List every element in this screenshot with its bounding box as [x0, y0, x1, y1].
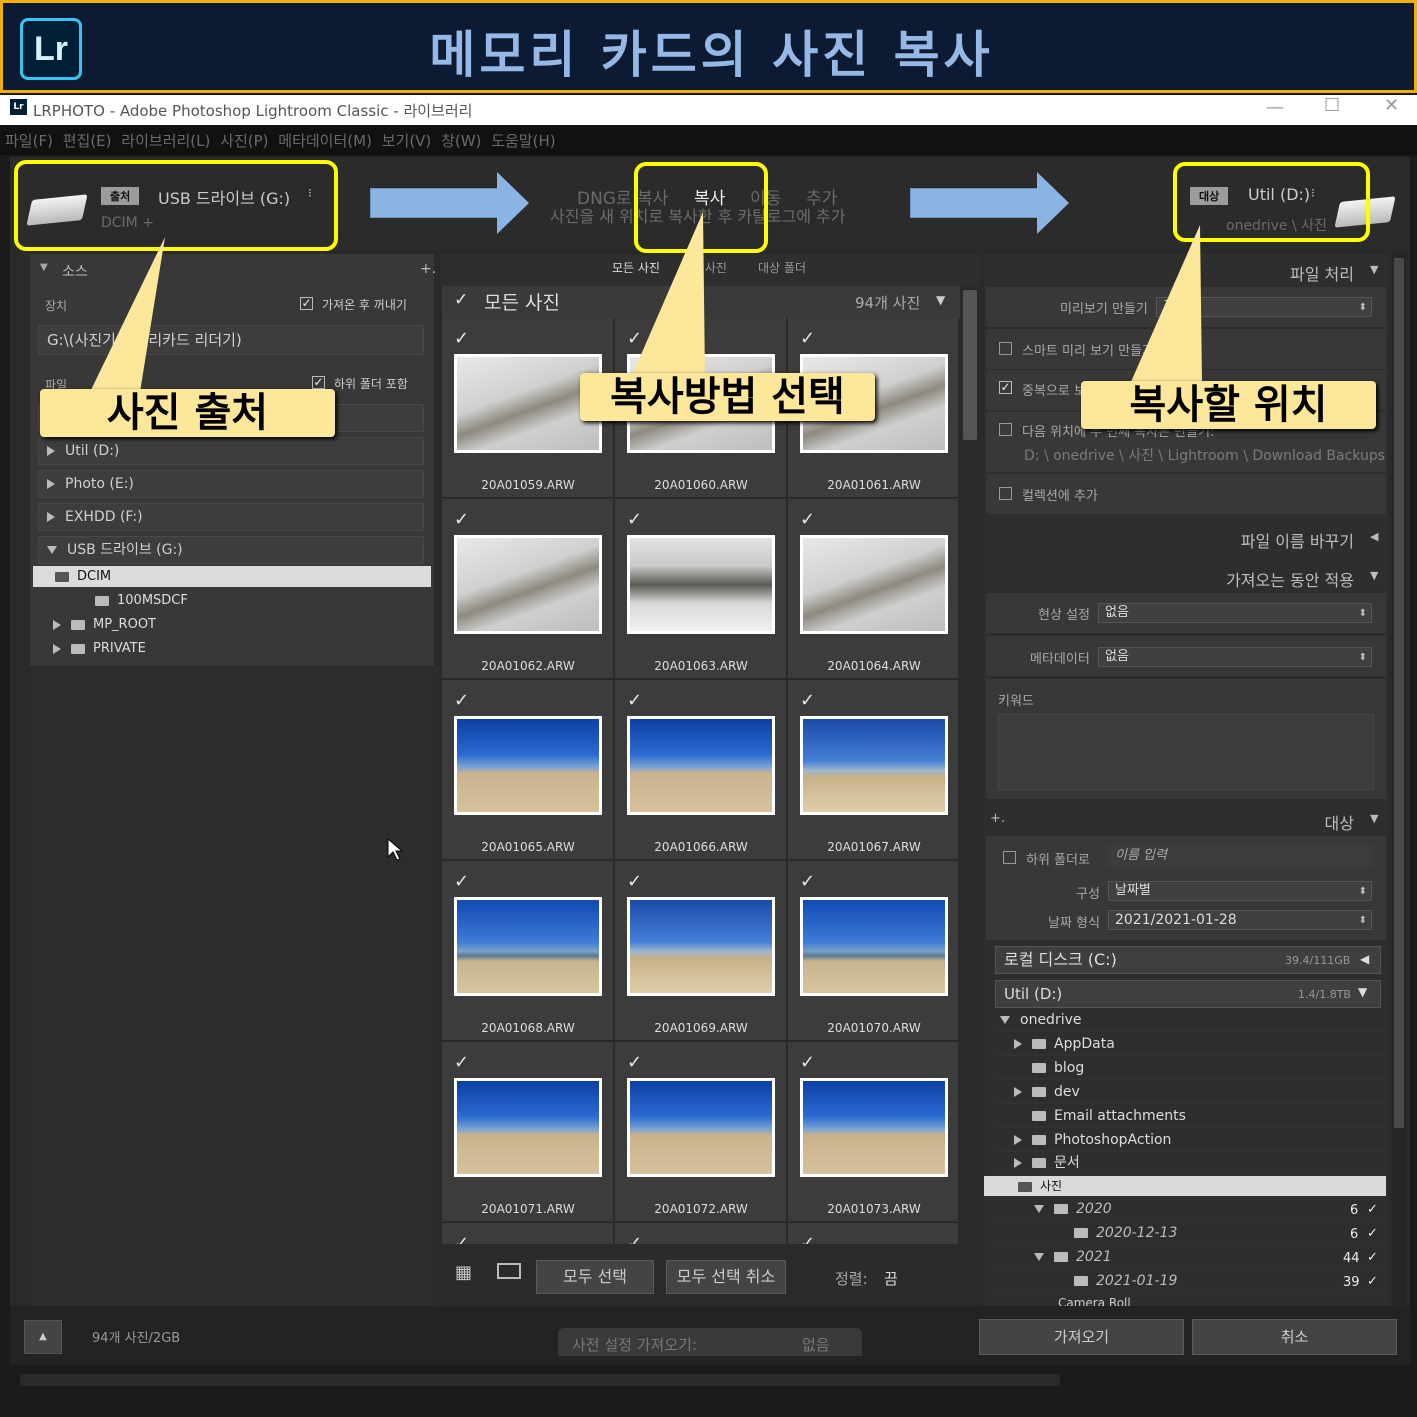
callout-method: 복사방법 선택	[580, 373, 875, 421]
method-pointer	[630, 212, 705, 380]
source-pointer	[90, 237, 165, 392]
callout-target: 복사할 위치	[1081, 381, 1376, 429]
callout-source: 사진 출처	[40, 389, 335, 437]
target-pointer	[1130, 225, 1202, 384]
callout-pointers	[90, 212, 1202, 392]
